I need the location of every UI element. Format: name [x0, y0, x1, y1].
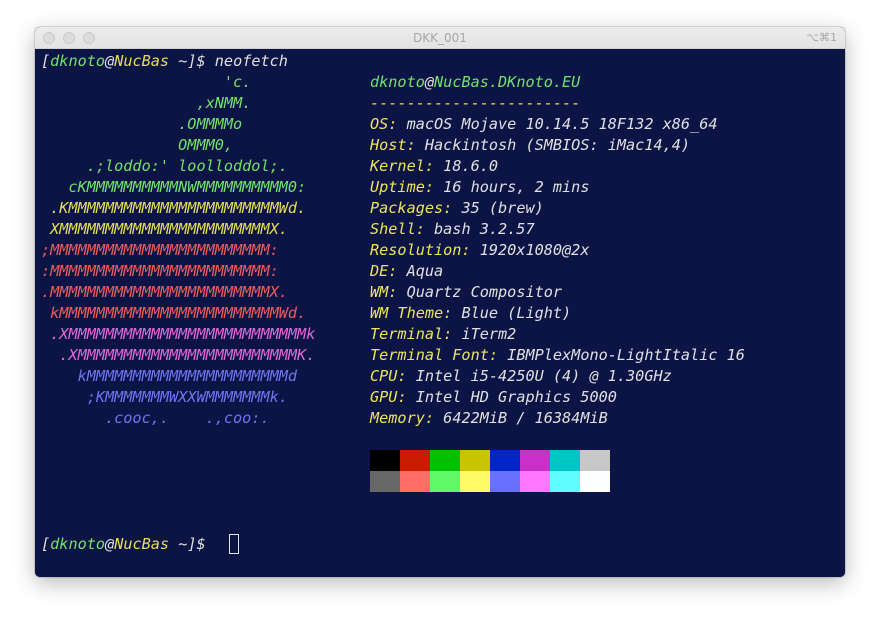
info-row-resolution: Resolution: 1920x1080@2x: [370, 241, 590, 259]
info-user: dknoto: [370, 73, 425, 91]
palette-swatch-normal-5: [520, 450, 550, 471]
palette-swatch-bright-7: [580, 471, 610, 492]
logo-line: :MMMMMMMMMMMMMMMMMMMMMMMM:: [41, 262, 279, 280]
info-row-shell: Shell: bash 3.2.57: [370, 220, 535, 238]
info-row-de: DE: Aqua: [370, 262, 444, 280]
prompt-host: NucBas: [114, 535, 170, 553]
info-row-kernel: Kernel: 18.6.0: [370, 157, 499, 175]
prompt-user: dknoto: [50, 535, 106, 553]
logo-line: .OMMMMo: [41, 115, 243, 133]
logo-line: .;loddo:' loolloddol;.: [41, 157, 288, 175]
prompt-path: ~]$: [169, 52, 215, 70]
info-row-terminal-font: Terminal Font: IBMPlexMono-LightItalic 1…: [370, 346, 745, 364]
info-header: dknoto@NucBas.DKnoto.EU: [370, 72, 580, 93]
info-at: @: [424, 73, 435, 91]
logo-line: .cooc,. .,coo:.: [41, 409, 270, 427]
prompt-bracket: [: [41, 535, 51, 553]
logo-line: 'c.: [41, 73, 252, 91]
logo-line: OMMM0,: [41, 136, 234, 154]
info-row-cpu: CPU: Intel i5-4250U (4) @ 1.30GHz: [370, 367, 672, 385]
logo-line: kMMMMMMMMMMMMMMMMMMMMMMd: [41, 367, 298, 385]
command-prompt: [dknoto@NucBas ~]$ neofetch: [41, 51, 288, 72]
info-row-os: OS: macOS Mojave 10.14.5 18F132 x86_64: [370, 115, 718, 133]
palette-swatch-bright-0: [370, 471, 400, 492]
terminal-output[interactable]: [dknoto@NucBas ~]$ neofetch 'c. ,xNMM. .…: [35, 49, 845, 577]
info-row-host: Host: Hackintosh (SMBIOS: iMac14,4): [370, 136, 691, 154]
prompt-host: NucBas: [114, 52, 170, 70]
logo-line: ;KMMMMMMMWXXWMMMMMMMk.: [41, 388, 288, 406]
info-row-uptime: Uptime: 16 hours, 2 mins: [370, 178, 590, 196]
prompt-bracket: [: [41, 52, 51, 70]
palette-swatch-bright-3: [460, 471, 490, 492]
command-prompt-active[interactable]: [dknoto@NucBas ~]$: [41, 534, 215, 555]
palette-swatch-bright-1: [400, 471, 430, 492]
window-shortcut: ⌥⌘1: [806, 31, 837, 44]
palette-swatch-bright-4: [490, 471, 520, 492]
info-separator: -----------------------: [370, 94, 581, 112]
prompt-at: @: [105, 535, 115, 553]
info-row-wm-theme: WM Theme: Blue (Light): [370, 304, 572, 322]
palette-swatch-bright-2: [430, 471, 460, 492]
logo-line: .XMMMMMMMMMMMMMMMMMMMMMMMMK.: [41, 346, 316, 364]
terminal-window[interactable]: DKK_001 ⌥⌘1 [dknoto@NucBas ~]$ neofetch …: [35, 27, 845, 577]
logo-line: ;MMMMMMMMMMMMMMMMMMMMMMMM:: [41, 241, 279, 259]
palette-swatch-normal-7: [580, 450, 610, 471]
prompt-user: dknoto: [50, 52, 106, 70]
palette-swatch-normal-0: [370, 450, 400, 471]
info-row-packages: Packages: 35 (brew): [370, 199, 544, 217]
palette-swatch-bright-5: [520, 471, 550, 492]
logo-line: XMMMMMMMMMMMMMMMMMMMMMMMX.: [41, 220, 288, 238]
palette-swatch-normal-4: [490, 450, 520, 471]
window-title: DKK_001: [413, 31, 467, 45]
text-cursor[interactable]: [229, 534, 239, 554]
logo-line: .MMMMMMMMMMMMMMMMMMMMMMMMX.: [41, 283, 288, 301]
logo-line: kMMMMMMMMMMMMMMMMMMMMMMMMWd.: [41, 304, 307, 322]
prompt-command: neofetch: [214, 52, 288, 70]
logo-line: ,xNMM.: [41, 94, 252, 112]
logo-line: .KMMMMMMMMMMMMMMMMMMMMMMMWd.: [41, 199, 307, 217]
info-row-terminal: Terminal: iTerm2: [370, 325, 517, 343]
logo-line: cKMMMMMMMMMMNWMMMMMMMMMM0:: [41, 178, 307, 196]
palette-swatch-normal-1: [400, 450, 430, 471]
info-row-gpu: GPU: Intel HD Graphics 5000: [370, 388, 617, 406]
logo-line: .XMMMMMMMMMMMMMMMMMMMMMMMMMMk: [41, 325, 316, 343]
prompt-path: ~]$: [169, 535, 215, 553]
palette-swatch-normal-2: [430, 450, 460, 471]
prompt-at: @: [105, 52, 115, 70]
palette-swatch-bright-6: [550, 471, 580, 492]
title-bar[interactable]: DKK_001 ⌥⌘1: [35, 27, 845, 49]
palette-swatch-normal-3: [460, 450, 490, 471]
info-host: NucBas.DKnoto.EU: [434, 73, 581, 91]
palette-swatch-normal-6: [550, 450, 580, 471]
info-row-memory: Memory: 6422MiB / 16384MiB: [370, 409, 608, 427]
info-row-wm: WM: Quartz Compositor: [370, 283, 563, 301]
